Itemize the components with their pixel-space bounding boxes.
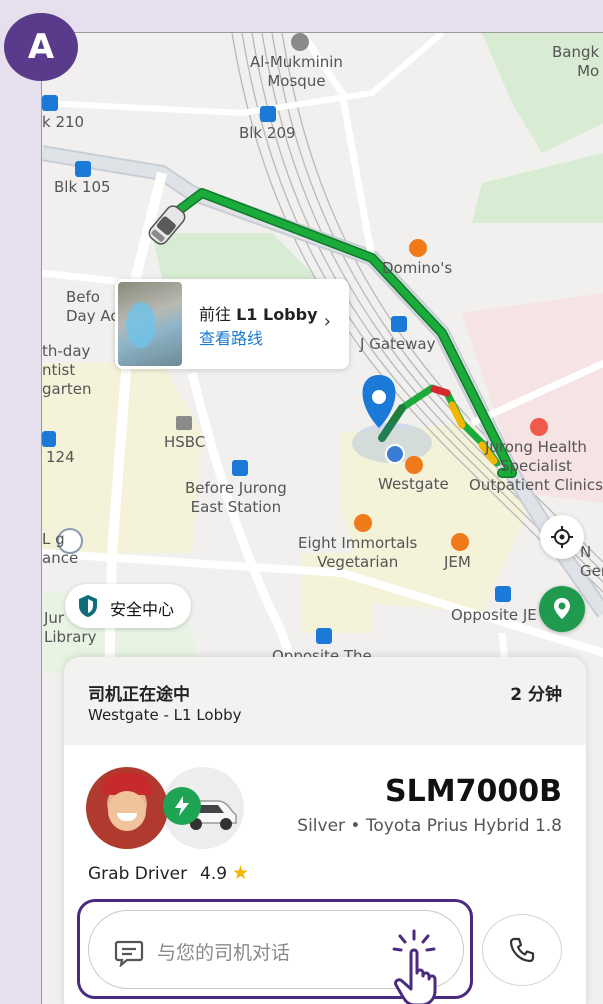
map-label-eight-immortals: Eight Immortals Vegetarian [298, 534, 418, 571]
map-label-n-ger: N Ger [580, 543, 603, 580]
map-label-hsbc: HSBC [164, 433, 206, 451]
pickup-location-button[interactable] [539, 586, 585, 632]
location-pin-icon [554, 598, 570, 619]
chat-bubble-icon [114, 940, 144, 967]
license-plate: SLM7000B [385, 774, 562, 809]
map-label-left-g: L g ance [42, 530, 79, 567]
step-badge: A [4, 13, 78, 81]
driver-rating: 4.9 [200, 864, 228, 884]
bus-stop-icon [75, 161, 91, 177]
map-label-jem: JEM [444, 553, 471, 571]
map-label-westgate: Westgate [378, 475, 449, 493]
shield-icon [79, 595, 97, 617]
phone-screen: Al-Mukminin Mosque Blk 209 Blk 105 k 210… [41, 32, 603, 1004]
star-icon: ★ [232, 862, 250, 884]
map-label-blk105: Blk 105 [54, 178, 111, 196]
safety-center-button[interactable]: 安全中心 [65, 584, 191, 628]
vehicle-model: Silver • Toyota Prius Hybrid 1.8 [297, 816, 562, 836]
recenter-button[interactable] [540, 515, 584, 559]
lightning-icon [163, 787, 201, 825]
call-driver-button[interactable] [482, 914, 562, 986]
destination-title: 前往 L1 Lobby [199, 305, 318, 324]
bus-stop-icon [42, 431, 56, 447]
map-label-blk209: Blk 209 [239, 124, 296, 142]
chevron-right-icon: › [323, 311, 331, 332]
map-label-before-jurong: Before Jurong East Station [185, 479, 287, 516]
tap-hand-icon [392, 929, 437, 1004]
crosshair-icon [551, 526, 573, 548]
map-label-opposite-je: Opposite JE [451, 606, 537, 624]
safety-center-label: 安全中心 [110, 600, 175, 619]
map-label-bangk: Bangk Mo [552, 43, 600, 80]
bus-stop-icon [260, 106, 276, 122]
driver-avatar [86, 767, 168, 849]
phone-icon [509, 937, 535, 963]
trip-status-header: 司机正在途中 Westgate - L1 Lobby 2 分钟 [64, 657, 586, 745]
trip-status: 司机正在途中 [88, 685, 190, 705]
bus-stop-icon [316, 628, 332, 644]
chat-placeholder: 与您的司机对话 [157, 942, 291, 964]
bank-icon [176, 416, 192, 430]
bus-stop-icon [391, 316, 407, 332]
map-label-before-day: Befo Day Ac [66, 288, 119, 325]
restaurant-icon [354, 514, 372, 532]
user-location-dot [385, 444, 405, 464]
shopping-icon [451, 533, 469, 551]
map-label-dominos: Domino's [382, 259, 453, 277]
destination-photo [118, 282, 182, 366]
map-label-blk124: 124 [46, 448, 75, 466]
map-label-jurong-health: Jurong Health Specialist Outpatient Clin… [469, 438, 603, 494]
bus-stop-icon [42, 95, 58, 111]
eta-text: 2 分钟 [510, 685, 562, 705]
view-route-link[interactable]: 查看路线 [199, 325, 263, 349]
trip-bottom-sheet: 司机正在途中 Westgate - L1 Lobby 2 分钟 SLM7000B… [64, 657, 586, 1004]
driver-name: Grab Driver [88, 864, 188, 884]
shopping-icon [405, 456, 423, 474]
map-label-blk210: k 210 [42, 113, 85, 131]
map-label-mosque: Al-Mukminin Mosque [250, 53, 343, 90]
destination-card[interactable]: 前往 L1 Lobby 查看路线 › [115, 279, 349, 369]
mosque-icon [291, 33, 309, 51]
map-label-jgateway: J Gateway [360, 335, 436, 353]
bus-stop-icon [495, 586, 511, 602]
map-label-daycare: th-day ntist garten [42, 342, 92, 398]
bus-stop-icon [232, 460, 248, 476]
trip-route: Westgate - L1 Lobby [88, 706, 242, 724]
food-icon [409, 239, 427, 257]
hospital-icon [530, 418, 548, 436]
